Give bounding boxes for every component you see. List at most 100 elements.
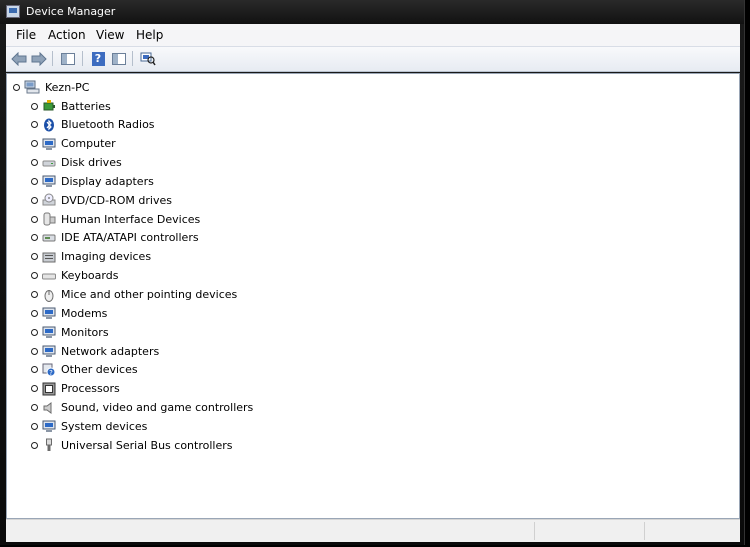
- system-devices-icon: [42, 419, 56, 433]
- tree-expander[interactable]: [31, 102, 38, 110]
- tree-category-label: IDE ATA/ATAPI controllers: [61, 231, 199, 245]
- tree-category-label: Imaging devices: [61, 250, 152, 264]
- tree-category-label: Other devices: [61, 363, 138, 377]
- tree-category-label: Processors: [61, 382, 120, 396]
- tree-expander[interactable]: [13, 83, 20, 91]
- tree-expander[interactable]: [31, 121, 38, 129]
- tree-expander[interactable]: [31, 441, 38, 449]
- processor-icon: [42, 382, 56, 396]
- tree-category-label: Batteries: [61, 99, 111, 113]
- tree-category-disk-drives[interactable]: Disk drives: [31, 154, 122, 172]
- disk-drive-icon: [42, 156, 56, 170]
- properties-pane-icon[interactable]: [110, 50, 128, 67]
- back-arrow-icon[interactable]: [10, 50, 28, 67]
- tree-category-imaging-devices[interactable]: Imaging devices: [31, 248, 151, 266]
- tree-expander[interactable]: [31, 422, 38, 430]
- tree-category-system-devices[interactable]: System devices: [31, 417, 147, 435]
- battery-icon: [42, 99, 56, 113]
- tree-expander[interactable]: [31, 385, 38, 393]
- dvd-drive-icon: [42, 193, 56, 207]
- tree-expander[interactable]: [31, 404, 38, 412]
- tree-category-keyboards[interactable]: Keyboards: [31, 267, 118, 285]
- tree-category-display-adapters[interactable]: Display adapters: [31, 172, 154, 190]
- tree-category-network-adapters[interactable]: Network adapters: [31, 342, 159, 360]
- tree-expander[interactable]: [31, 253, 38, 261]
- status-pane-2: [644, 522, 741, 540]
- device-manager-app-icon: [6, 5, 20, 18]
- monitor-icon: [42, 325, 56, 339]
- tree-root[interactable]: Kezn-PC: [13, 78, 89, 96]
- title-bar: Device Manager: [0, 0, 744, 24]
- network-adapter-icon: [42, 344, 56, 358]
- tree-expander[interactable]: [31, 366, 38, 374]
- tree-category-label: DVD/CD-ROM drives: [61, 193, 172, 207]
- tree-category-other-devices[interactable]: ? Other devices: [31, 361, 138, 379]
- tree-category-label: Sound, video and game controllers: [61, 401, 254, 415]
- menu-view[interactable]: View: [96, 28, 124, 42]
- bluetooth-icon: [42, 118, 56, 132]
- menu-action[interactable]: Action: [48, 28, 86, 42]
- menu-file[interactable]: File: [16, 28, 36, 42]
- tree-category-computer[interactable]: Computer: [31, 135, 116, 153]
- computer-root-icon: [24, 80, 40, 94]
- tree-category-label: Network adapters: [61, 344, 160, 358]
- tree-category-label: Human Interface Devices: [61, 212, 201, 226]
- tree-category-processors[interactable]: Processors: [31, 380, 120, 398]
- tree-category-bluetooth-radios[interactable]: Bluetooth Radios: [31, 116, 155, 134]
- svg-text:?: ?: [49, 369, 53, 377]
- tree-category-label: Modems: [61, 306, 108, 320]
- other-devices-icon: ?: [42, 363, 56, 377]
- tree-category-label: Bluetooth Radios: [61, 118, 155, 132]
- tree-expander[interactable]: [31, 309, 38, 317]
- status-pane-1: [534, 522, 645, 540]
- status-bar: [6, 519, 740, 542]
- tree-category-sound-video-and-game-controllers[interactable]: Sound, video and game controllers: [31, 399, 253, 417]
- tree-expander[interactable]: [31, 272, 38, 280]
- tree-root-label: Kezn-PC: [45, 80, 90, 94]
- tree-category-batteries[interactable]: Batteries: [31, 97, 111, 115]
- forward-arrow-icon[interactable]: [30, 50, 48, 67]
- tree-category-label: Mice and other pointing devices: [61, 288, 238, 301]
- ide-controller-icon: [42, 231, 56, 245]
- window-title: Device Manager: [26, 5, 116, 18]
- tree-category-universal-serial-bus-controllers[interactable]: Universal Serial Bus controllers: [31, 436, 232, 454]
- device-tree: Kezn-PC Batteries Bluetooth Radios Compute…: [6, 73, 740, 519]
- usb-icon: [42, 438, 56, 452]
- help-icon[interactable]: ?: [89, 50, 107, 67]
- tree-category-label: Universal Serial Bus controllers: [61, 438, 233, 452]
- tree-expander[interactable]: [31, 177, 38, 185]
- keyboard-icon: [42, 269, 56, 283]
- device-manager-window: Device Manager File Action View Help ? K…: [0, 0, 745, 545]
- tree-category-dvd-cd-rom-drives[interactable]: DVD/CD-ROM drives: [31, 191, 172, 209]
- tree-expander[interactable]: [31, 159, 38, 167]
- show-hide-console-tree-icon[interactable]: [59, 50, 77, 67]
- scan-hardware-icon[interactable]: [139, 50, 157, 67]
- modem-icon: [42, 306, 56, 320]
- menu-help[interactable]: Help: [136, 28, 163, 42]
- tree-category-monitors[interactable]: Monitors: [31, 323, 109, 341]
- tree-category-ide-ata-atapi-controllers[interactable]: IDE ATA/ATAPI controllers: [31, 229, 199, 247]
- tree-expander[interactable]: [31, 347, 38, 355]
- tree-category-label: Display adapters: [61, 174, 154, 188]
- hid-icon: [42, 212, 56, 226]
- tree-category-mice-and-other-pointing-devices[interactable]: Mice and other pointing devices: [31, 286, 237, 304]
- toolbar: ?: [6, 47, 740, 72]
- tree-expander[interactable]: [31, 328, 38, 336]
- tree-category-label: Keyboards: [61, 269, 119, 283]
- tree-expander[interactable]: [31, 234, 38, 242]
- tree-category-label: Monitors: [61, 325, 109, 339]
- tree-expander[interactable]: [31, 291, 38, 298]
- tree-category-label: Disk drives: [61, 156, 122, 170]
- display-adapter-icon: [42, 174, 56, 188]
- tree-category-human-interface-devices[interactable]: Human Interface Devices: [31, 210, 200, 228]
- sound-icon: [42, 401, 56, 415]
- tree-category-modems[interactable]: Modems: [31, 304, 107, 322]
- mouse-icon: [42, 288, 56, 302]
- tree-category-label: System devices: [61, 419, 148, 433]
- computer-icon: [42, 137, 56, 151]
- tree-expander[interactable]: [31, 196, 38, 204]
- menu-bar: File Action View Help: [6, 24, 740, 47]
- tree-expander[interactable]: [31, 140, 38, 148]
- tree-category-label: Computer: [61, 137, 116, 151]
- tree-expander[interactable]: [31, 215, 38, 223]
